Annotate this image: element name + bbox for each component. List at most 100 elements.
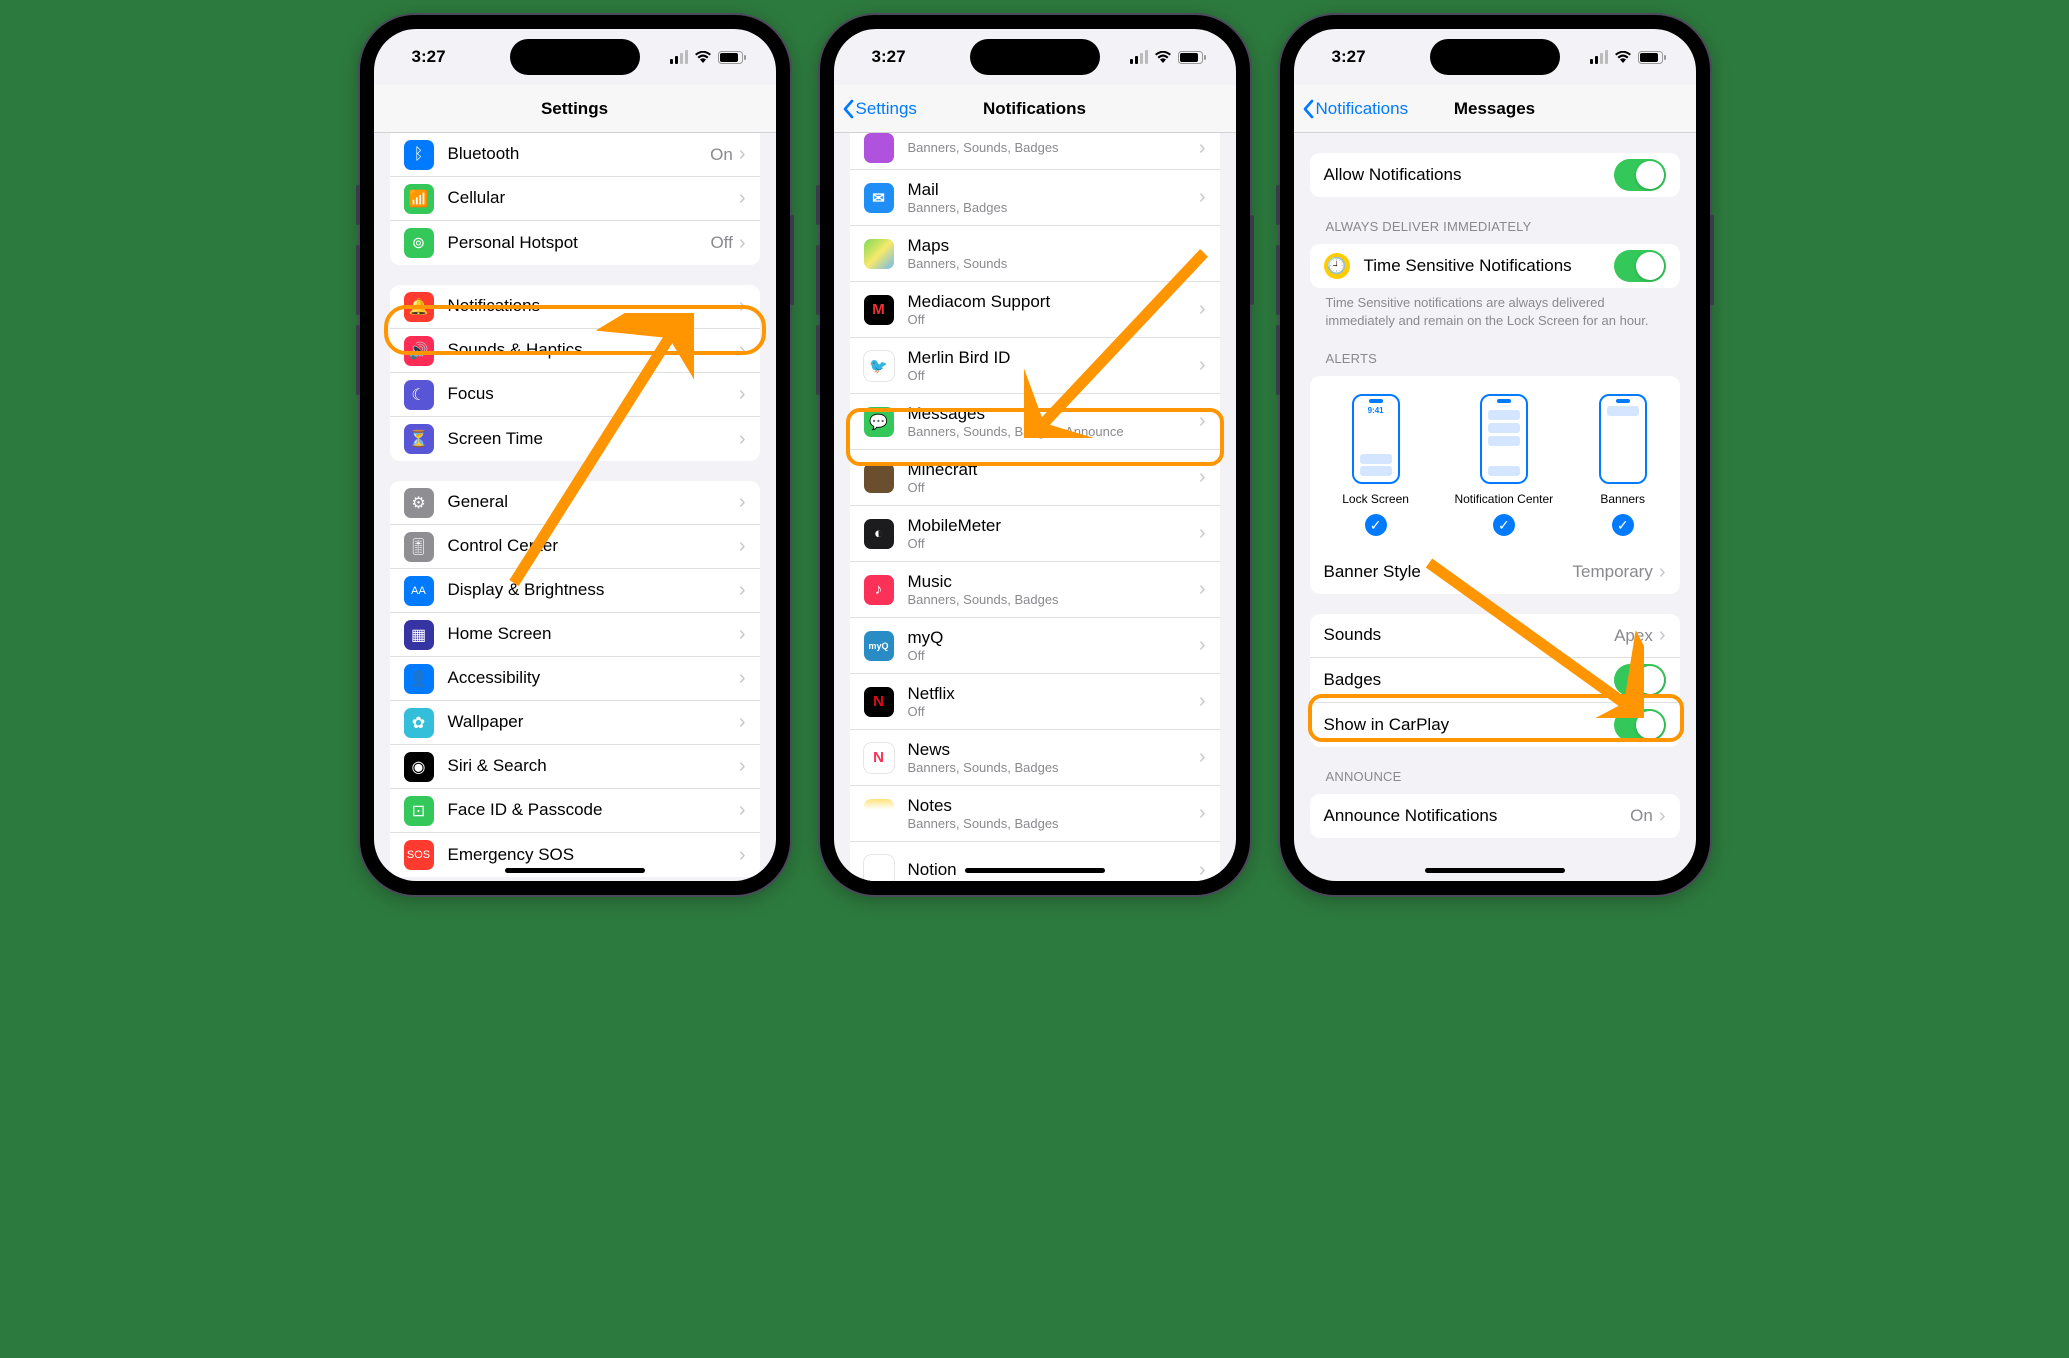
app-icon: N — [864, 855, 894, 881]
toggle-allow-notifications[interactable] — [1614, 159, 1666, 191]
row-label: Cellular — [448, 188, 739, 208]
chevron-right-icon: › — [1659, 805, 1666, 828]
home-indicator[interactable] — [505, 868, 645, 873]
settings-row-face-id-passcode[interactable]: ⊡Face ID & Passcode› — [390, 789, 760, 833]
settings-row-sounds-haptics[interactable]: 🔊Sounds & Haptics› — [390, 329, 760, 373]
app-row-messages[interactable]: 💬MessagesBanners, Sounds, Badges, Announ… — [850, 394, 1220, 450]
settings-content[interactable]: ᛒBluetoothOn›📶Cellular›⊚Personal Hotspot… — [374, 133, 776, 881]
app-row-merlin-bird-id[interactable]: 🐦Merlin Bird IDOff› — [850, 338, 1220, 394]
home-indicator[interactable] — [1425, 868, 1565, 873]
mute-switch — [356, 185, 360, 225]
row-banner-style[interactable]: Banner Style Temporary › — [1310, 550, 1680, 594]
faceid-icon: ⊡ — [404, 796, 434, 826]
settings-row-display-brightness[interactable]: AADisplay & Brightness› — [390, 569, 760, 613]
app-name: myQ — [908, 628, 1199, 648]
app-row-maps[interactable]: MapsBanners, Sounds› — [850, 226, 1220, 282]
chevron-right-icon: › — [739, 799, 746, 822]
notifications-content[interactable]: Banners, Sounds, Badges›✉MailBanners, Ba… — [834, 133, 1236, 881]
person-icon: 👤 — [404, 664, 434, 694]
app-row-app[interactable]: Banners, Sounds, Badges› — [850, 133, 1220, 170]
app-name: Mail — [908, 180, 1199, 200]
settings-row-control-center[interactable]: 🎚Control Center› — [390, 525, 760, 569]
row-announce[interactable]: Announce Notifications On › — [1310, 794, 1680, 838]
mute-switch — [1276, 185, 1280, 225]
settings-row-wallpaper[interactable]: ✿Wallpaper› — [390, 701, 760, 745]
chevron-right-icon: › — [739, 295, 746, 318]
battery-icon — [1638, 51, 1666, 64]
settings-row-notifications[interactable]: 🔔Notifications› — [390, 285, 760, 329]
toggle-time-sensitive[interactable] — [1614, 250, 1666, 282]
back-button[interactable]: Notifications — [1302, 99, 1409, 119]
toggle-badges[interactable] — [1614, 664, 1666, 696]
alert-notification-center[interactable]: Notification Center ✓ — [1454, 394, 1553, 536]
mute-switch — [816, 185, 820, 225]
app-row-mediacom-support[interactable]: MMediacom SupportOff› — [850, 282, 1220, 338]
row-sounds[interactable]: Sounds Apex › — [1310, 614, 1680, 658]
row-label: Home Screen — [448, 624, 739, 644]
row-label: Notifications — [448, 296, 739, 316]
settings-row-personal-hotspot[interactable]: ⊚Personal HotspotOff› — [390, 221, 760, 265]
alert-options: 9:41 Lock Screen ✓ Notification Center ✓… — [1310, 376, 1680, 550]
check-icon[interactable]: ✓ — [1493, 514, 1515, 536]
app-row-notes[interactable]: NotesBanners, Sounds, Badges› — [850, 786, 1220, 842]
row-label: Sounds & Haptics — [448, 340, 739, 360]
app-row-myq[interactable]: myQmyQOff› — [850, 618, 1220, 674]
alert-banners[interactable]: Banners ✓ — [1599, 394, 1647, 536]
vol-up-button — [356, 245, 360, 315]
app-subtitle: Off — [908, 368, 1199, 384]
settings-row-focus[interactable]: ☾Focus› — [390, 373, 760, 417]
siri-icon: ◉ — [404, 752, 434, 782]
row-allow-notifications[interactable]: Allow Notifications — [1310, 153, 1680, 197]
settings-row-bluetooth[interactable]: ᛒBluetoothOn› — [390, 133, 760, 177]
app-icon — [864, 463, 894, 493]
settings-row-general[interactable]: ⚙General› — [390, 481, 760, 525]
app-subtitle: Banners, Sounds, Badges — [908, 816, 1199, 832]
app-name: Mediacom Support — [908, 292, 1199, 312]
label: Time Sensitive Notifications — [1364, 256, 1614, 276]
signal-icon — [1130, 50, 1148, 64]
battery-icon — [1178, 51, 1206, 64]
settings-row-screen-time[interactable]: ⏳Screen Time› — [390, 417, 760, 461]
signal-icon — [670, 50, 688, 64]
label: Badges — [1324, 670, 1614, 690]
home-indicator[interactable] — [965, 868, 1105, 873]
chevron-right-icon: › — [1199, 634, 1206, 657]
app-row-netflix[interactable]: NNetflixOff› — [850, 674, 1220, 730]
settings-row-accessibility[interactable]: 👤Accessibility› — [390, 657, 760, 701]
chevron-right-icon: › — [1199, 298, 1206, 321]
app-icon: N — [864, 743, 894, 773]
settings-row-siri-search[interactable]: ◉Siri & Search› — [390, 745, 760, 789]
back-label: Settings — [856, 99, 917, 119]
app-row-mail[interactable]: ✉MailBanners, Badges› — [850, 170, 1220, 226]
app-row-news[interactable]: NNewsBanners, Sounds, Badges› — [850, 730, 1220, 786]
app-icon: 💬 — [864, 407, 894, 437]
row-label: Display & Brightness — [448, 580, 739, 600]
wifi-icon — [1614, 51, 1632, 64]
row-value: On — [710, 145, 733, 165]
app-row-minecraft[interactable]: MinecraftOff› — [850, 450, 1220, 506]
chevron-right-icon: › — [739, 143, 746, 166]
chevron-right-icon: › — [1199, 859, 1206, 882]
toggle-carplay[interactable] — [1614, 709, 1666, 741]
alert-lock-screen[interactable]: 9:41 Lock Screen ✓ — [1342, 394, 1409, 536]
nav-title: Messages — [1454, 99, 1535, 119]
row-carplay[interactable]: Show in CarPlay — [1310, 703, 1680, 747]
app-row-music[interactable]: ♪MusicBanners, Sounds, Badges› — [850, 562, 1220, 618]
status-time: 3:27 — [872, 47, 906, 67]
row-badges[interactable]: Badges — [1310, 658, 1680, 703]
app-row-mobilemeter[interactable]: ◐MobileMeterOff› — [850, 506, 1220, 562]
nav-bar: Settings — [374, 85, 776, 133]
app-row-notion[interactable]: NNotion› — [850, 842, 1220, 881]
settings-row-cellular[interactable]: 📶Cellular› — [390, 177, 760, 221]
settings-row-home-screen[interactable]: ▦Home Screen› — [390, 613, 760, 657]
chevron-right-icon: › — [739, 535, 746, 558]
gear-icon: ⚙ — [404, 488, 434, 518]
check-icon[interactable]: ✓ — [1365, 514, 1387, 536]
check-icon[interactable]: ✓ — [1612, 514, 1634, 536]
status-time: 3:27 — [412, 47, 446, 67]
caption: Banners — [1600, 492, 1645, 506]
messages-content[interactable]: Allow Notifications ALWAYS DELIVER IMMED… — [1294, 133, 1696, 881]
back-button[interactable]: Settings — [842, 99, 917, 119]
row-time-sensitive[interactable]: 🕘 Time Sensitive Notifications — [1310, 244, 1680, 288]
label: Allow Notifications — [1324, 165, 1614, 185]
